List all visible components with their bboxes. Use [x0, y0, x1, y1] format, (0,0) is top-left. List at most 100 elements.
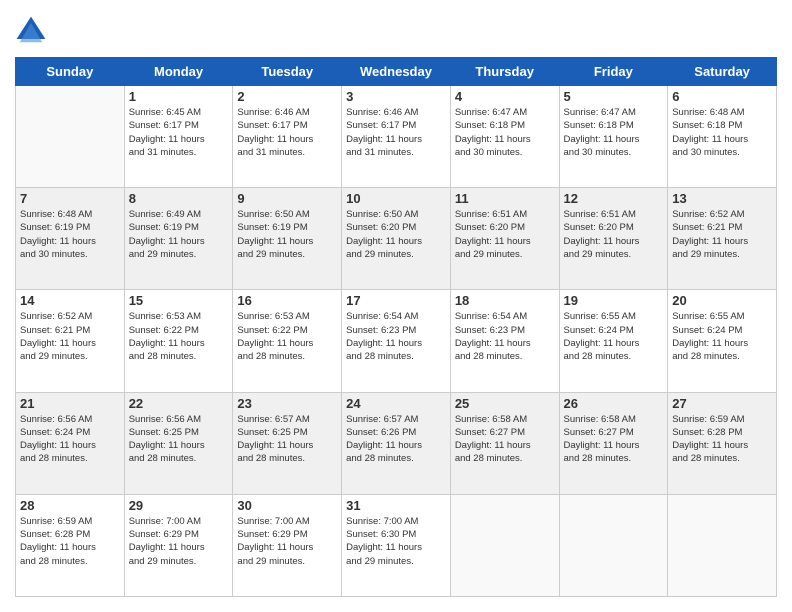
day-number: 23	[237, 396, 337, 411]
calendar-cell: 3 Sunrise: 6:46 AM Sunset: 6:17 PM Daylig…	[342, 86, 451, 188]
calendar-cell: 1 Sunrise: 6:45 AM Sunset: 6:17 PM Daylig…	[124, 86, 233, 188]
calendar-cell: 30 Sunrise: 7:00 AM Sunset: 6:29 PM Dayli…	[233, 494, 342, 596]
calendar-cell: 9 Sunrise: 6:50 AM Sunset: 6:19 PM Daylig…	[233, 188, 342, 290]
calendar-cell: 17 Sunrise: 6:54 AM Sunset: 6:23 PM Dayli…	[342, 290, 451, 392]
day-number: 17	[346, 293, 446, 308]
day-info: Sunrise: 6:57 AM Sunset: 6:25 PM Dayligh…	[237, 413, 337, 466]
day-number: 28	[20, 498, 120, 513]
calendar-cell: 26Sunrise: 6:58 AM Sunset: 6:27 PM Dayli…	[559, 392, 668, 494]
day-number: 29	[129, 498, 229, 513]
day-number: 21	[20, 396, 120, 411]
day-info: Sunrise: 6:50 AM Sunset: 6:19 PM Dayligh…	[237, 208, 337, 261]
calendar-cell: 14Sunrise: 6:52 AM Sunset: 6:21 PM Dayli…	[16, 290, 125, 392]
calendar-cell: 24Sunrise: 6:57 AM Sunset: 6:26 PM Dayli…	[342, 392, 451, 494]
day-number: 7	[20, 191, 120, 206]
calendar-table: SundayMondayTuesdayWednesdayThursdayFrid…	[15, 57, 777, 597]
day-info: Sunrise: 6:55 AM Sunset: 6:24 PM Dayligh…	[672, 310, 772, 363]
day-info: Sunrise: 6:45 AM Sunset: 6:17 PM Dayligh…	[129, 106, 229, 159]
day-number: 25	[455, 396, 555, 411]
weekday-header-monday: Monday	[124, 58, 233, 86]
calendar-cell: 12 Sunrise: 6:51 AM Sunset: 6:20 PM Dayli…	[559, 188, 668, 290]
day-number: 6	[672, 89, 772, 104]
calendar-cell: 5 Sunrise: 6:47 AM Sunset: 6:18 PM Daylig…	[559, 86, 668, 188]
page: SundayMondayTuesdayWednesdayThursdayFrid…	[0, 0, 792, 612]
day-info: Sunrise: 7:00 AM Sunset: 6:30 PM Dayligh…	[346, 515, 446, 568]
calendar-cell: 4 Sunrise: 6:47 AM Sunset: 6:18 PM Daylig…	[450, 86, 559, 188]
day-info: Sunrise: 6:47 AM Sunset: 6:18 PM Dayligh…	[455, 106, 555, 159]
day-info: Sunrise: 6:48 AM Sunset: 6:19 PM Dayligh…	[20, 208, 120, 261]
day-number: 19	[564, 293, 664, 308]
header	[15, 15, 777, 47]
day-info: Sunrise: 6:47 AM Sunset: 6:18 PM Dayligh…	[564, 106, 664, 159]
day-info: Sunrise: 6:58 AM Sunset: 6:27 PM Dayligh…	[564, 413, 664, 466]
day-info: Sunrise: 6:46 AM Sunset: 6:17 PM Dayligh…	[346, 106, 446, 159]
calendar-cell: 6 Sunrise: 6:48 AM Sunset: 6:18 PM Daylig…	[668, 86, 777, 188]
day-info: Sunrise: 6:50 AM Sunset: 6:20 PM Dayligh…	[346, 208, 446, 261]
calendar-week-row: 7 Sunrise: 6:48 AM Sunset: 6:19 PM Daylig…	[16, 188, 777, 290]
day-number: 31	[346, 498, 446, 513]
day-number: 30	[237, 498, 337, 513]
calendar-cell	[559, 494, 668, 596]
day-number: 22	[129, 396, 229, 411]
day-number: 13	[672, 191, 772, 206]
day-number: 1	[129, 89, 229, 104]
calendar-cell: 21 Sunrise: 6:56 AM Sunset: 6:24 PM Dayli…	[16, 392, 125, 494]
day-info: Sunrise: 6:56 AM Sunset: 6:25 PM Dayligh…	[129, 413, 229, 466]
day-info: Sunrise: 7:00 AM Sunset: 6:29 PM Dayligh…	[237, 515, 337, 568]
calendar-cell: 20 Sunrise: 6:55 AM Sunset: 6:24 PM Dayli…	[668, 290, 777, 392]
day-info: Sunrise: 6:59 AM Sunset: 6:28 PM Dayligh…	[20, 515, 120, 568]
weekday-header-wednesday: Wednesday	[342, 58, 451, 86]
day-info: Sunrise: 6:54 AM Sunset: 6:23 PM Dayligh…	[455, 310, 555, 363]
calendar-cell: 7 Sunrise: 6:48 AM Sunset: 6:19 PM Daylig…	[16, 188, 125, 290]
calendar-week-row: 21 Sunrise: 6:56 AM Sunset: 6:24 PM Dayli…	[16, 392, 777, 494]
day-info: Sunrise: 6:52 AM Sunset: 6:21 PM Dayligh…	[20, 310, 120, 363]
calendar-cell: 2 Sunrise: 6:46 AM Sunset: 6:17 PM Daylig…	[233, 86, 342, 188]
day-info: Sunrise: 6:57 AM Sunset: 6:26 PM Dayligh…	[346, 413, 446, 466]
calendar-cell: 19Sunrise: 6:55 AM Sunset: 6:24 PM Dayli…	[559, 290, 668, 392]
logo	[15, 15, 51, 47]
day-number: 27	[672, 396, 772, 411]
day-number: 11	[455, 191, 555, 206]
calendar-cell: 23 Sunrise: 6:57 AM Sunset: 6:25 PM Dayli…	[233, 392, 342, 494]
calendar-cell: 10 Sunrise: 6:50 AM Sunset: 6:20 PM Dayli…	[342, 188, 451, 290]
weekday-header-thursday: Thursday	[450, 58, 559, 86]
calendar-week-row: 28 Sunrise: 6:59 AM Sunset: 6:28 PM Dayli…	[16, 494, 777, 596]
calendar-cell: 13Sunrise: 6:52 AM Sunset: 6:21 PM Dayli…	[668, 188, 777, 290]
calendar-cell: 18 Sunrise: 6:54 AM Sunset: 6:23 PM Dayli…	[450, 290, 559, 392]
calendar-cell: 11 Sunrise: 6:51 AM Sunset: 6:20 PM Dayli…	[450, 188, 559, 290]
calendar-cell: 27Sunrise: 6:59 AM Sunset: 6:28 PM Dayli…	[668, 392, 777, 494]
day-info: Sunrise: 6:46 AM Sunset: 6:17 PM Dayligh…	[237, 106, 337, 159]
day-number: 5	[564, 89, 664, 104]
day-number: 9	[237, 191, 337, 206]
day-info: Sunrise: 6:53 AM Sunset: 6:22 PM Dayligh…	[129, 310, 229, 363]
day-info: Sunrise: 6:48 AM Sunset: 6:18 PM Dayligh…	[672, 106, 772, 159]
calendar-week-row: 1 Sunrise: 6:45 AM Sunset: 6:17 PM Daylig…	[16, 86, 777, 188]
weekday-header-sunday: Sunday	[16, 58, 125, 86]
weekday-header-saturday: Saturday	[668, 58, 777, 86]
calendar-cell	[16, 86, 125, 188]
calendar-cell: 29 Sunrise: 7:00 AM Sunset: 6:29 PM Dayli…	[124, 494, 233, 596]
day-number: 10	[346, 191, 446, 206]
day-info: Sunrise: 6:51 AM Sunset: 6:20 PM Dayligh…	[564, 208, 664, 261]
calendar-cell	[668, 494, 777, 596]
day-number: 3	[346, 89, 446, 104]
day-info: Sunrise: 6:56 AM Sunset: 6:24 PM Dayligh…	[20, 413, 120, 466]
day-number: 4	[455, 89, 555, 104]
weekday-header-friday: Friday	[559, 58, 668, 86]
day-number: 12	[564, 191, 664, 206]
day-number: 18	[455, 293, 555, 308]
day-info: Sunrise: 7:00 AM Sunset: 6:29 PM Dayligh…	[129, 515, 229, 568]
calendar-cell	[450, 494, 559, 596]
day-info: Sunrise: 6:51 AM Sunset: 6:20 PM Dayligh…	[455, 208, 555, 261]
day-number: 16	[237, 293, 337, 308]
weekday-header-tuesday: Tuesday	[233, 58, 342, 86]
calendar-cell: 16Sunrise: 6:53 AM Sunset: 6:22 PM Dayli…	[233, 290, 342, 392]
calendar-cell: 8Sunrise: 6:49 AM Sunset: 6:19 PM Daylig…	[124, 188, 233, 290]
day-info: Sunrise: 6:58 AM Sunset: 6:27 PM Dayligh…	[455, 413, 555, 466]
day-info: Sunrise: 6:54 AM Sunset: 6:23 PM Dayligh…	[346, 310, 446, 363]
weekday-header-row: SundayMondayTuesdayWednesdayThursdayFrid…	[16, 58, 777, 86]
day-number: 20	[672, 293, 772, 308]
calendar-cell: 31 Sunrise: 7:00 AM Sunset: 6:30 PM Dayli…	[342, 494, 451, 596]
day-number: 2	[237, 89, 337, 104]
calendar-week-row: 14Sunrise: 6:52 AM Sunset: 6:21 PM Dayli…	[16, 290, 777, 392]
